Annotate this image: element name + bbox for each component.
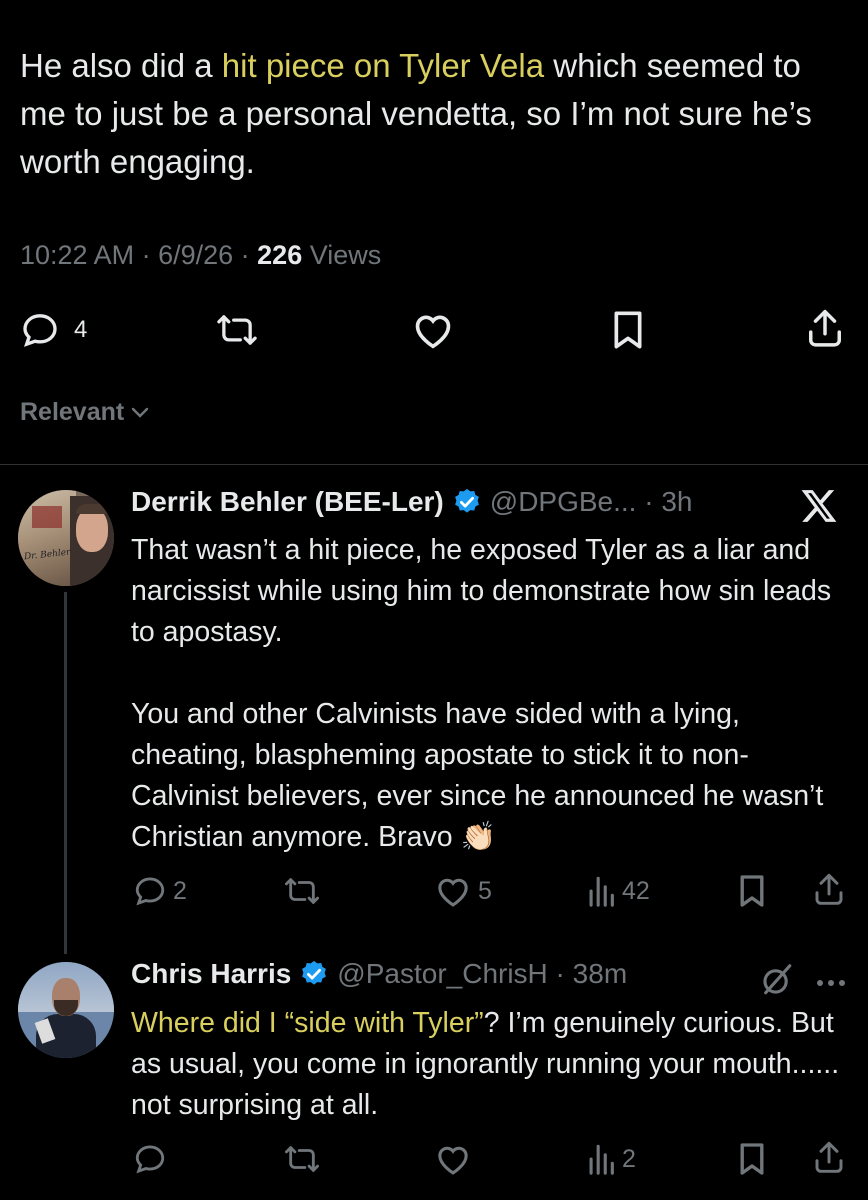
like-icon [438, 1146, 468, 1175]
views-icon [589, 1144, 614, 1175]
reply-count: 2 [173, 876, 187, 905]
tweet-text: He also did a hit piece on Tyler Vela wh… [20, 42, 850, 186]
reply-time[interactable]: 3h [661, 486, 692, 518]
reply-header: Chris Harris @Pastor_ChrisH · 38m [131, 958, 628, 990]
author-name[interactable]: Chris Harris [131, 958, 291, 990]
retweet-icon [285, 878, 320, 904]
reply-icon [135, 877, 165, 906]
divider [0, 464, 868, 465]
sort-dropdown[interactable]: Relevant [20, 398, 150, 427]
reply-body: That wasn’t a hit piece, he exposed Tyle… [131, 534, 832, 853]
reply-button[interactable] [133, 1142, 167, 1176]
grok-icon [763, 964, 792, 995]
share-button[interactable] [813, 872, 845, 908]
bookmark-icon [740, 1143, 764, 1175]
verified-icon [302, 960, 327, 985]
bookmark-button[interactable] [738, 874, 766, 908]
share-icon [815, 873, 843, 905]
reply-text: Where did I “side with Tyler”? I’m genui… [131, 1003, 846, 1126]
reply-header: Derrik Behler (BEE-Ler) @DPGBe... · 3h [131, 486, 693, 518]
retweet-button[interactable] [282, 874, 322, 908]
bookmark-icon [740, 875, 764, 907]
bookmark-button[interactable] [610, 310, 646, 350]
bookmark-button[interactable] [738, 1142, 766, 1176]
like-button[interactable] [434, 1142, 472, 1176]
more-button[interactable] [816, 975, 846, 993]
views-label: Views [309, 240, 382, 270]
reply-count: 4 [74, 316, 88, 343]
reply-icon [135, 1145, 165, 1174]
more-icon [817, 980, 845, 986]
x-logo-icon [801, 490, 837, 522]
sort-label: Relevant [20, 398, 125, 426]
share-icon [809, 309, 841, 347]
views-count: 226 [257, 240, 303, 270]
thread-line [64, 592, 67, 954]
reply-text: That wasn’t a hit piece, he exposed Tyle… [131, 530, 846, 858]
tweet-meta: 10:22 AM · 6/9/26 · 226 Views [20, 240, 382, 270]
views-icon [589, 876, 614, 907]
retweet-button[interactable] [214, 310, 260, 350]
author-handle[interactable]: @DPGBe... [490, 486, 637, 518]
x-logo [800, 488, 838, 529]
reply-time[interactable]: 38m [573, 958, 627, 990]
like-button[interactable] [410, 310, 456, 350]
chevron-down-icon [132, 407, 149, 418]
share-button[interactable] [806, 308, 844, 350]
views-button[interactable]: 2 [586, 1142, 636, 1176]
reply-icon [23, 314, 57, 347]
clapping-emoji: 👏🏻 [460, 821, 496, 853]
views-button[interactable]: 42 [586, 874, 650, 908]
avatar-derrik[interactable]: Dr. Behler [18, 490, 114, 586]
like-count: 5 [478, 876, 492, 905]
tweet-text-highlight: hit piece on Tyler Vela [221, 47, 545, 84]
share-icon [815, 1141, 843, 1173]
reply-button[interactable]: 2 [133, 874, 187, 908]
like-button[interactable]: 5 [434, 874, 492, 908]
reply-text-highlight: Where did I “side with Tyler” [131, 1007, 484, 1039]
views-count: 2 [622, 1144, 636, 1173]
reply-button[interactable]: 4 [20, 310, 87, 350]
retweet-icon [285, 1146, 320, 1172]
author-handle[interactable]: @Pastor_ChrisH [337, 958, 547, 990]
author-name[interactable]: Derrik Behler (BEE-Ler) [131, 486, 444, 518]
avatar-chris[interactable] [18, 962, 114, 1058]
share-button[interactable] [813, 1140, 845, 1176]
tweet-date[interactable]: 6/9/26 [158, 240, 233, 270]
like-icon [415, 315, 451, 349]
like-icon [438, 878, 468, 907]
bookmark-icon [614, 311, 642, 349]
retweet-button[interactable] [282, 1142, 322, 1176]
grok-button[interactable] [760, 963, 794, 1002]
verified-icon [454, 488, 479, 513]
tweet-text-part: He also did a [20, 47, 222, 84]
views-count: 42 [622, 876, 650, 905]
retweet-icon [217, 315, 257, 345]
tweet-time[interactable]: 10:22 AM [20, 240, 134, 270]
